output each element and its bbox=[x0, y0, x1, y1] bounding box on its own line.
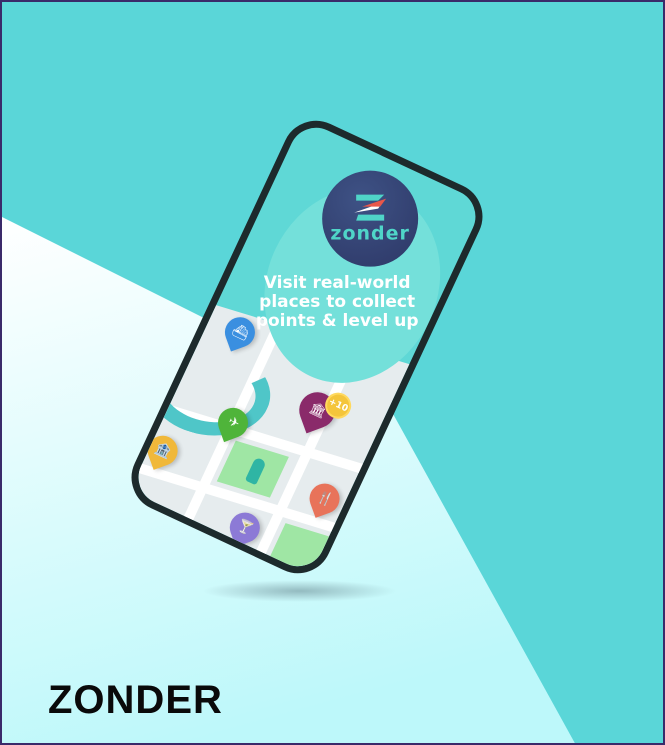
promo-card: zonder Visit real-world places to collec… bbox=[0, 0, 665, 745]
phone-shadow bbox=[202, 580, 397, 602]
brand-title: ZONDER bbox=[48, 678, 223, 722]
tagline: Visit real-world places to collect point… bbox=[255, 273, 419, 332]
zonder-logo: zonder bbox=[322, 170, 419, 267]
logo-wordmark: zonder bbox=[330, 222, 410, 245]
logo-mark-icon bbox=[348, 193, 392, 223]
